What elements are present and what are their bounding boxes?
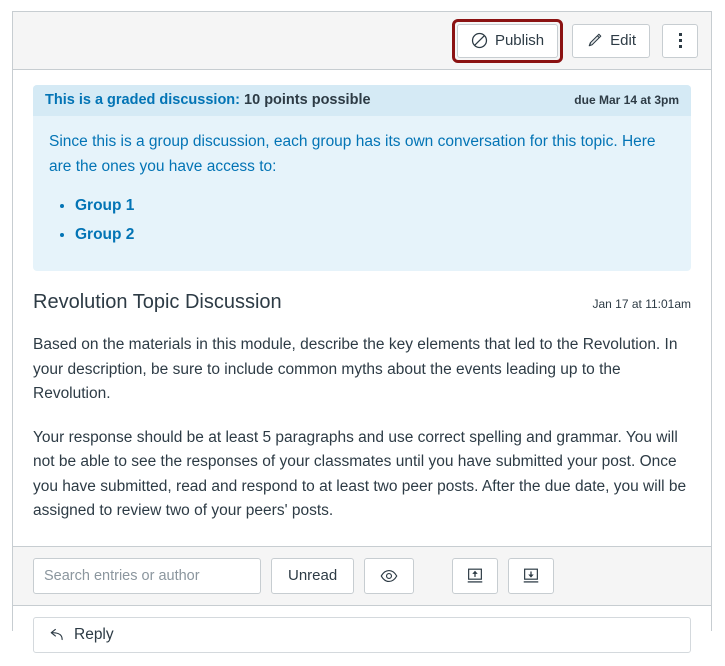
- graded-discussion-summary: This is a graded discussion: 10 points p…: [45, 92, 371, 108]
- more-options-vertical-dots-icon: [678, 33, 682, 48]
- unread-filter-label: Unread: [288, 567, 338, 585]
- unpublished-circle-slash-icon: [471, 32, 488, 49]
- publish-button-focus-ring: Publish: [451, 18, 564, 63]
- expand-threads-button[interactable]: [508, 557, 555, 594]
- group-discussion-description: Since this is a group discussion, each g…: [49, 133, 656, 175]
- discussion-toolbar: Publish Edit: [13, 12, 711, 70]
- publish-button-label: Publish: [494, 32, 545, 49]
- collapse-threads-button[interactable]: [452, 557, 499, 594]
- topic-header: Revolution Topic Discussion Jan 17 at 11…: [33, 291, 691, 314]
- graded-discussion-banner-body: Since this is a group discussion, each g…: [33, 116, 691, 271]
- group-link-1[interactable]: Group 1: [75, 197, 134, 214]
- reply-row: Reply: [13, 604, 711, 666]
- graded-discussion-label: This is a graded discussion:: [45, 92, 240, 108]
- reply-button[interactable]: Reply: [33, 616, 691, 653]
- unread-filter-button[interactable]: Unread: [271, 557, 355, 594]
- page-title: Revolution Topic Discussion: [33, 291, 282, 314]
- discussion-content: This is a graded discussion: 10 points p…: [13, 85, 711, 524]
- due-date-label: due Mar 14 at 3pm: [574, 93, 679, 107]
- expand-threads-arrow-down-icon: [521, 566, 541, 586]
- list-item: Group 1: [75, 194, 675, 219]
- collapse-threads-arrow-up-icon: [465, 566, 485, 586]
- graded-discussion-banner: This is a graded discussion: 10 points p…: [33, 85, 691, 272]
- group-link-2[interactable]: Group 2: [75, 226, 134, 243]
- topic-paragraph-1: Based on the materials in this module, d…: [33, 336, 678, 403]
- edit-button[interactable]: Edit: [572, 23, 650, 58]
- list-item: Group 2: [75, 223, 675, 248]
- discussion-filter-bar: Unread: [13, 545, 711, 605]
- eye-visibility-icon: [379, 566, 399, 586]
- more-options-button[interactable]: [662, 23, 698, 58]
- graded-discussion-banner-header: This is a graded discussion: 10 points p…: [33, 85, 691, 116]
- discussion-page-frame: Publish Edit This is a graded discussion…: [12, 11, 712, 666]
- points-possible-label: 10 points possible: [244, 92, 371, 108]
- reply-button-label: Reply: [74, 625, 114, 643]
- reply-arrow-icon: [47, 626, 65, 644]
- edit-button-label: Edit: [610, 32, 636, 49]
- posted-at-timestamp: Jan 17 at 11:01am: [592, 297, 691, 312]
- publish-button[interactable]: Publish: [456, 23, 559, 58]
- search-input[interactable]: [33, 557, 261, 594]
- group-links-list: Group 1 Group 2: [49, 194, 675, 249]
- pencil-icon: [586, 32, 603, 49]
- mark-all-read-button[interactable]: [364, 557, 415, 594]
- topic-paragraph-2: Your response should be at least 5 parag…: [33, 428, 687, 520]
